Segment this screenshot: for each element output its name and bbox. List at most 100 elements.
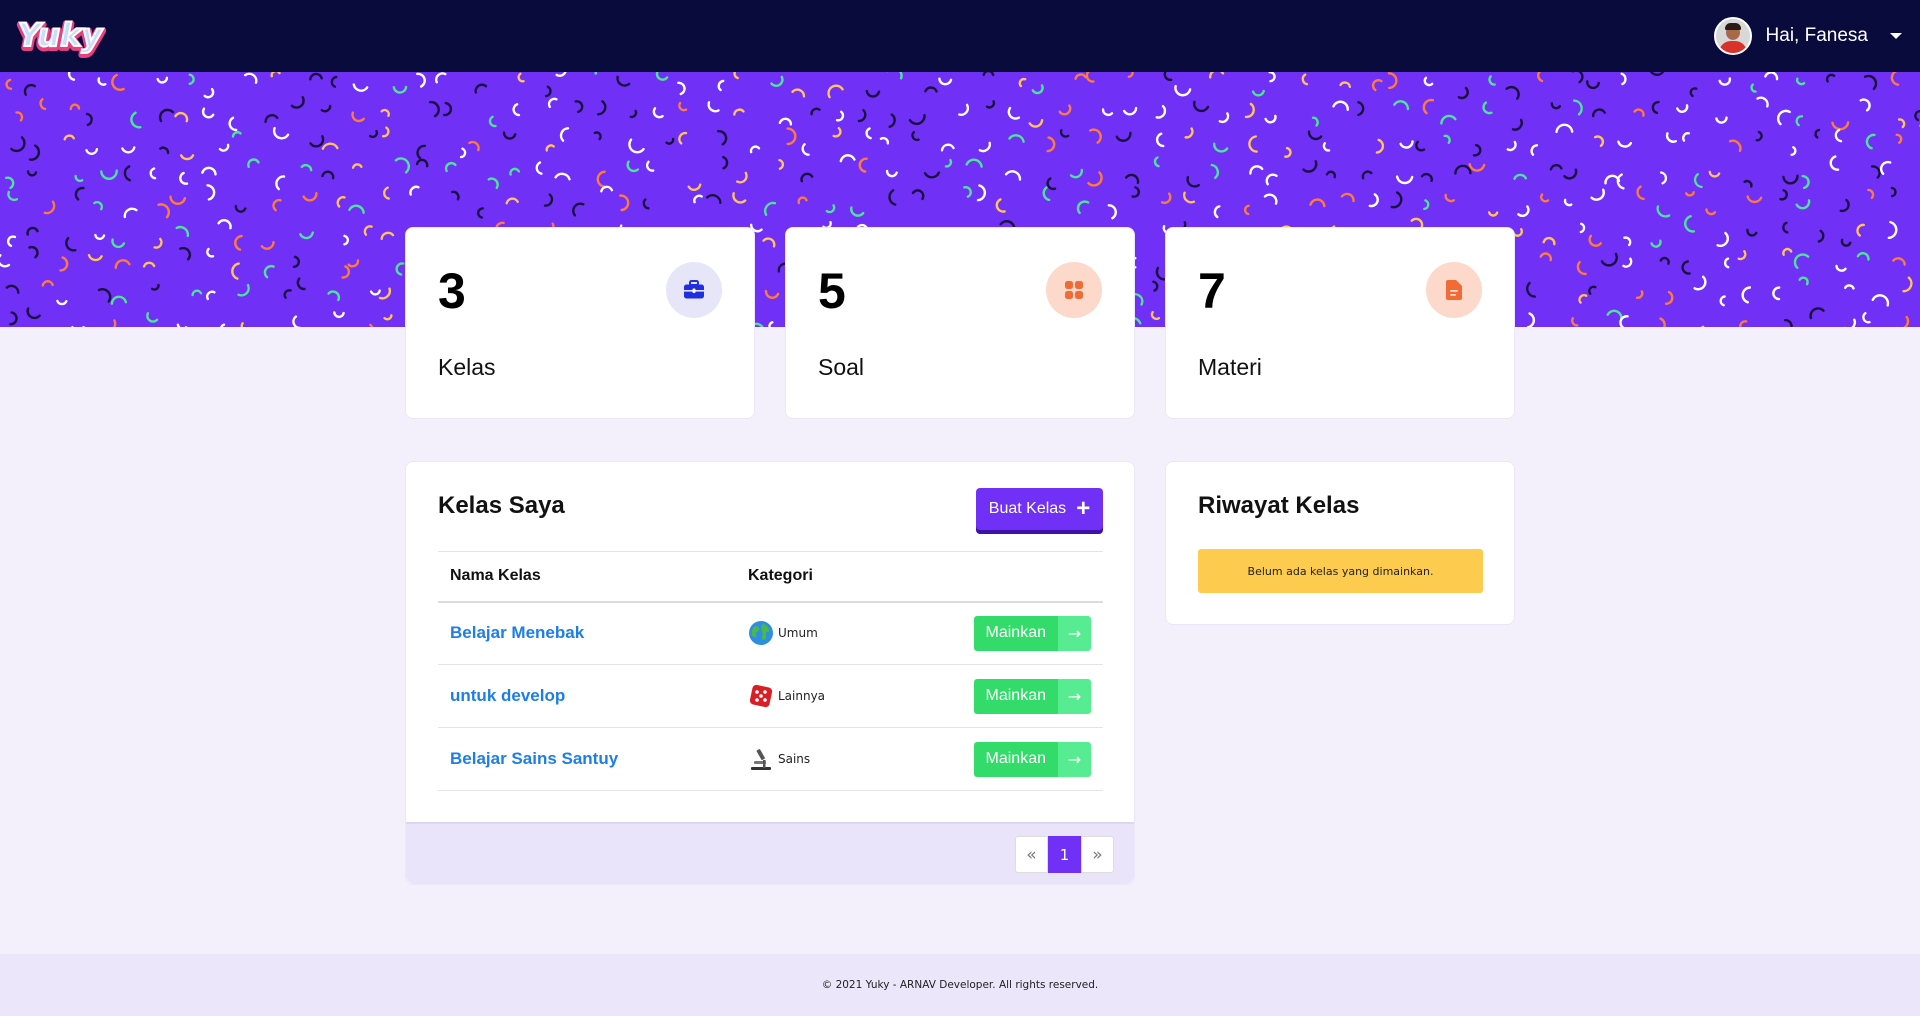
confetti-arc <box>1606 309 1623 321</box>
confetti-arc <box>87 253 103 262</box>
confetti-arc <box>801 143 810 156</box>
confetti-arc <box>1563 168 1578 180</box>
confetti-arc <box>1309 198 1326 208</box>
pagination-page[interactable]: 1 <box>1048 836 1081 873</box>
confetti-arc <box>938 77 953 86</box>
user-greeting: Hai, Fanesa <box>1765 25 1868 46</box>
confetti-arc <box>1871 294 1890 307</box>
user-menu[interactable]: Hai, Fanesa <box>1713 16 1902 56</box>
confetti-arc <box>762 237 776 248</box>
confetti-arc <box>1028 118 1044 128</box>
confetti-arc <box>1069 168 1084 179</box>
confetti-arc <box>626 160 640 173</box>
stat-label: Kelas <box>438 354 496 380</box>
confetti-arc <box>240 322 244 327</box>
pagination-prev[interactable]: « <box>1015 836 1048 873</box>
confetti-arc <box>749 145 761 154</box>
confetti-arc <box>69 103 81 111</box>
confetti-arc <box>263 264 275 279</box>
confetti-arc <box>110 295 128 305</box>
confetti-arc <box>1588 285 1597 295</box>
confetti-arc <box>1357 101 1365 117</box>
confetti-arc <box>1488 75 1496 86</box>
category-label: Sains <box>778 752 811 766</box>
chevron-down-icon[interactable] <box>1890 33 1902 39</box>
confetti-arc <box>330 75 338 88</box>
confetti-arc <box>1693 275 1707 291</box>
confetti-arc <box>65 237 77 252</box>
confetti-arc <box>1339 81 1352 88</box>
confetti-arc <box>292 255 300 268</box>
class-name-link[interactable]: untuk develop <box>450 686 565 705</box>
play-button[interactable]: Mainkan → <box>973 678 1091 714</box>
confetti-arc <box>1856 223 1865 237</box>
confetti-arc <box>228 116 238 132</box>
yuky-logo[interactable]: Yuky Yuky <box>14 10 107 60</box>
confetti-arc <box>1741 286 1752 304</box>
confetti-arc <box>442 101 453 117</box>
confetti-arc <box>1897 118 1906 129</box>
confetti-arc <box>1058 104 1072 116</box>
confetti-arc <box>244 72 258 84</box>
confetti-arc <box>26 307 41 320</box>
confetti-arc <box>123 165 131 182</box>
pagination-next[interactable]: » <box>1081 836 1114 873</box>
confetti-arc <box>1192 100 1210 113</box>
confetti-arc <box>380 108 390 117</box>
confetti-arc <box>142 261 156 268</box>
confetti-arc <box>1649 72 1665 76</box>
confetti-arc <box>7 190 18 202</box>
stat-card-kelas: 3 Kelas <box>405 227 755 419</box>
confetti-arc <box>302 192 318 202</box>
confetti-arc <box>1390 191 1403 209</box>
confetti-arc <box>778 117 793 126</box>
confetti-arc <box>260 241 275 250</box>
confetti-arc <box>543 193 554 207</box>
confetti-arc <box>616 75 631 87</box>
confetti-arc <box>1656 205 1671 218</box>
confetti-arc <box>97 288 112 303</box>
confetti-arc <box>1042 186 1051 202</box>
svg-text:Yuky: Yuky <box>18 16 104 54</box>
confetti-arc <box>1793 253 1810 269</box>
confetti-arc <box>327 290 341 302</box>
confetti-arc <box>59 256 69 272</box>
confetti-arc <box>206 184 216 201</box>
confetti-arc <box>114 259 131 269</box>
confetti-arc <box>272 126 290 140</box>
confetti-arc <box>28 245 39 259</box>
confetti-arc <box>1444 193 1455 203</box>
history-panel: Riwayat Kelas Belum ada kelas yang dimai… <box>1165 461 1515 625</box>
confetti-arc <box>1265 173 1278 186</box>
confetti-arc <box>180 154 195 161</box>
confetti-arc <box>1074 73 1087 80</box>
avatar <box>1713 17 1752 55</box>
confetti-arc <box>1844 284 1855 290</box>
confetti-arc <box>1513 173 1527 180</box>
confetti-arc <box>1716 231 1729 248</box>
confetti-arc <box>1387 72 1398 90</box>
confetti-arc <box>1572 99 1583 116</box>
confetti-arc <box>74 174 84 183</box>
category-cell: Sains <box>748 746 936 772</box>
class-name-link[interactable]: Belajar Sains Santuy <box>450 749 618 768</box>
confetti-arc <box>1311 116 1319 127</box>
confetti-arc <box>1244 102 1255 119</box>
confetti-arc <box>1685 191 1695 197</box>
confetti-arc <box>1903 315 1910 327</box>
play-button[interactable]: Mainkan → <box>973 741 1091 777</box>
confetti-arc <box>1650 239 1662 248</box>
play-button[interactable]: Mainkan → <box>973 615 1091 651</box>
confetti-arc <box>234 234 243 251</box>
class-name-link[interactable]: Belajar Menebak <box>450 623 584 642</box>
confetti-arc <box>1059 129 1070 138</box>
category-label: Lainnya <box>778 689 826 703</box>
confetti-arc <box>157 203 170 219</box>
confetti-arc <box>220 323 226 327</box>
play-label: Mainkan <box>973 615 1058 651</box>
my-classes-panel: Kelas Saya Buat Kelas + Nama Kelas Kateg… <box>405 461 1135 885</box>
create-class-button[interactable]: Buat Kelas + <box>976 488 1103 530</box>
confetti-arc <box>1739 320 1748 327</box>
confetti-arc <box>1571 317 1579 327</box>
confetti-arc <box>1468 163 1486 172</box>
